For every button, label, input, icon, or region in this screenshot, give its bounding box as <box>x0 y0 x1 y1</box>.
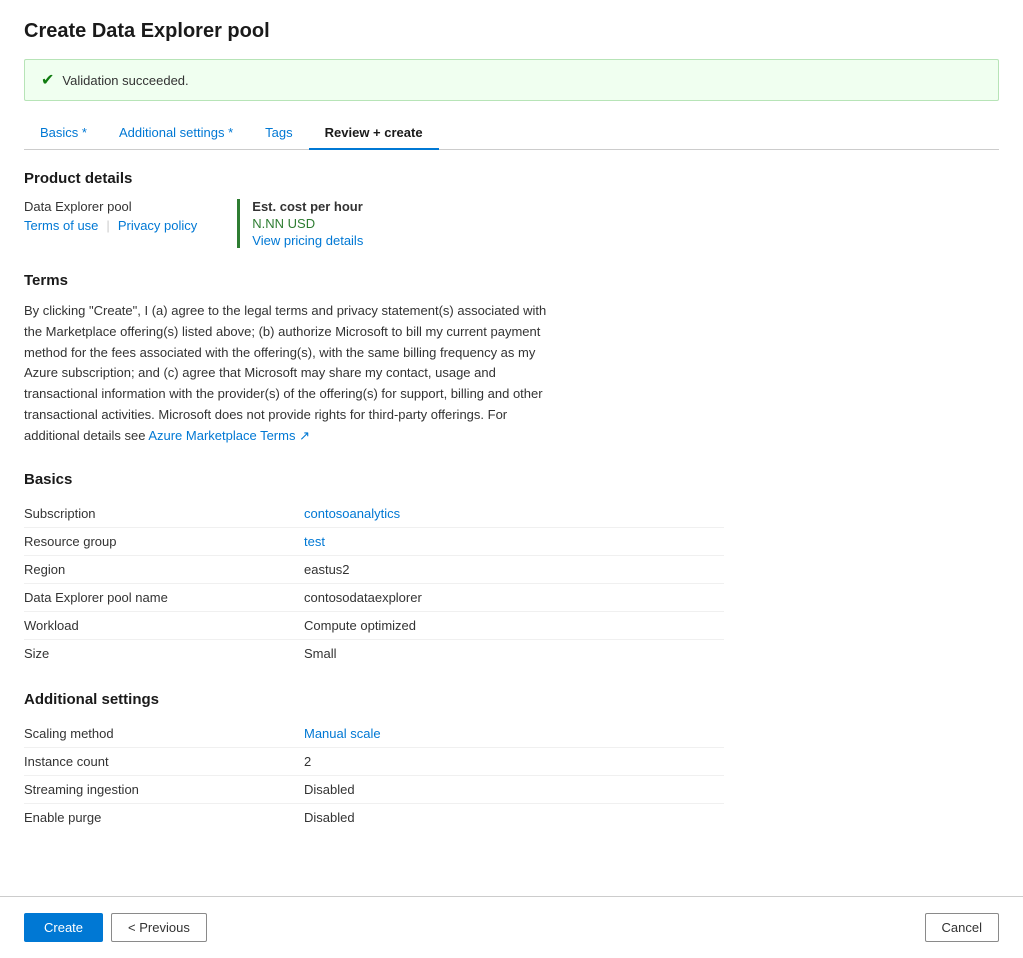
tab-basics[interactable]: Basics * <box>24 117 103 150</box>
streaming-ingestion-value: Disabled <box>304 782 355 797</box>
previous-button[interactable]: < Previous <box>111 913 207 942</box>
table-row: Enable purge Disabled <box>24 804 724 831</box>
create-button[interactable]: Create <box>24 913 103 942</box>
table-row: Scaling method Manual scale <box>24 720 724 748</box>
subscription-label: Subscription <box>24 506 304 521</box>
scaling-method-value: Manual scale <box>304 726 381 741</box>
size-label: Size <box>24 646 304 661</box>
product-links: Terms of use | Privacy policy <box>24 218 197 233</box>
region-value: eastus2 <box>304 562 350 577</box>
page-title: Create Data Explorer pool <box>24 20 999 43</box>
link-separator: | <box>106 218 109 233</box>
region-label: Region <box>24 562 304 577</box>
cost-value: N.NN USD <box>252 216 363 231</box>
enable-purge-label: Enable purge <box>24 810 304 825</box>
tab-review-create[interactable]: Review + create <box>309 117 439 150</box>
table-row: Instance count 2 <box>24 748 724 776</box>
terms-of-use-link[interactable]: Terms of use <box>24 218 98 233</box>
basics-table: Subscription contosoanalytics Resource g… <box>24 500 724 667</box>
product-details-title: Product details <box>24 170 999 187</box>
instance-count-value: 2 <box>304 754 311 769</box>
scaling-method-label: Scaling method <box>24 726 304 741</box>
table-row: Resource group test <box>24 528 724 556</box>
cost-box: Est. cost per hour N.NN USD View pricing… <box>237 199 363 248</box>
pool-name-value: contosodataexplorer <box>304 590 422 605</box>
product-name: Data Explorer pool <box>24 199 197 214</box>
terms-section: Terms By clicking "Create", I (a) agree … <box>24 272 999 447</box>
workload-value: Compute optimized <box>304 618 416 633</box>
table-row: Region eastus2 <box>24 556 724 584</box>
additional-settings-title: Additional settings <box>24 691 999 708</box>
product-details-box: Data Explorer pool Terms of use | Privac… <box>24 199 999 248</box>
product-info: Data Explorer pool Terms of use | Privac… <box>24 199 197 233</box>
table-row: Streaming ingestion Disabled <box>24 776 724 804</box>
basics-section: Basics Subscription contosoanalytics Res… <box>24 471 999 667</box>
basics-title: Basics <box>24 471 999 488</box>
table-row: Size Small <box>24 640 724 667</box>
additional-settings-section: Additional settings Scaling method Manua… <box>24 691 999 831</box>
table-row: Data Explorer pool name contosodataexplo… <box>24 584 724 612</box>
table-row: Subscription contosoanalytics <box>24 500 724 528</box>
validation-banner: ✔ Validation succeeded. <box>24 59 999 101</box>
privacy-policy-link[interactable]: Privacy policy <box>118 218 197 233</box>
product-details-section: Product details Data Explorer pool Terms… <box>24 170 999 248</box>
footer-left-buttons: Create < Previous <box>24 913 207 942</box>
resource-group-value: test <box>304 534 325 549</box>
resource-group-label: Resource group <box>24 534 304 549</box>
terms-title: Terms <box>24 272 999 289</box>
cancel-button[interactable]: Cancel <box>925 913 999 942</box>
validation-success-icon: ✔ <box>41 70 54 90</box>
page-container: Create Data Explorer pool ✔ Validation s… <box>0 0 1023 958</box>
terms-text: By clicking "Create", I (a) agree to the… <box>24 301 564 447</box>
subscription-value: contosoanalytics <box>304 506 400 521</box>
footer: Create < Previous Cancel <box>0 896 1023 958</box>
table-row: Workload Compute optimized <box>24 612 724 640</box>
streaming-ingestion-label: Streaming ingestion <box>24 782 304 797</box>
instance-count-label: Instance count <box>24 754 304 769</box>
tabs-bar: Basics * Additional settings * Tags Revi… <box>24 117 999 150</box>
enable-purge-value: Disabled <box>304 810 355 825</box>
view-pricing-link[interactable]: View pricing details <box>252 233 363 248</box>
azure-marketplace-terms-link[interactable]: Azure Marketplace Terms ↗ <box>148 428 310 443</box>
pool-name-label: Data Explorer pool name <box>24 590 304 605</box>
additional-settings-table: Scaling method Manual scale Instance cou… <box>24 720 724 831</box>
cost-label: Est. cost per hour <box>252 199 363 214</box>
main-content: Create Data Explorer pool ✔ Validation s… <box>0 0 1023 896</box>
size-value: Small <box>304 646 337 661</box>
workload-label: Workload <box>24 618 304 633</box>
tab-additional-settings[interactable]: Additional settings * <box>103 117 249 150</box>
validation-message: Validation succeeded. <box>62 73 188 88</box>
tab-tags[interactable]: Tags <box>249 117 308 150</box>
